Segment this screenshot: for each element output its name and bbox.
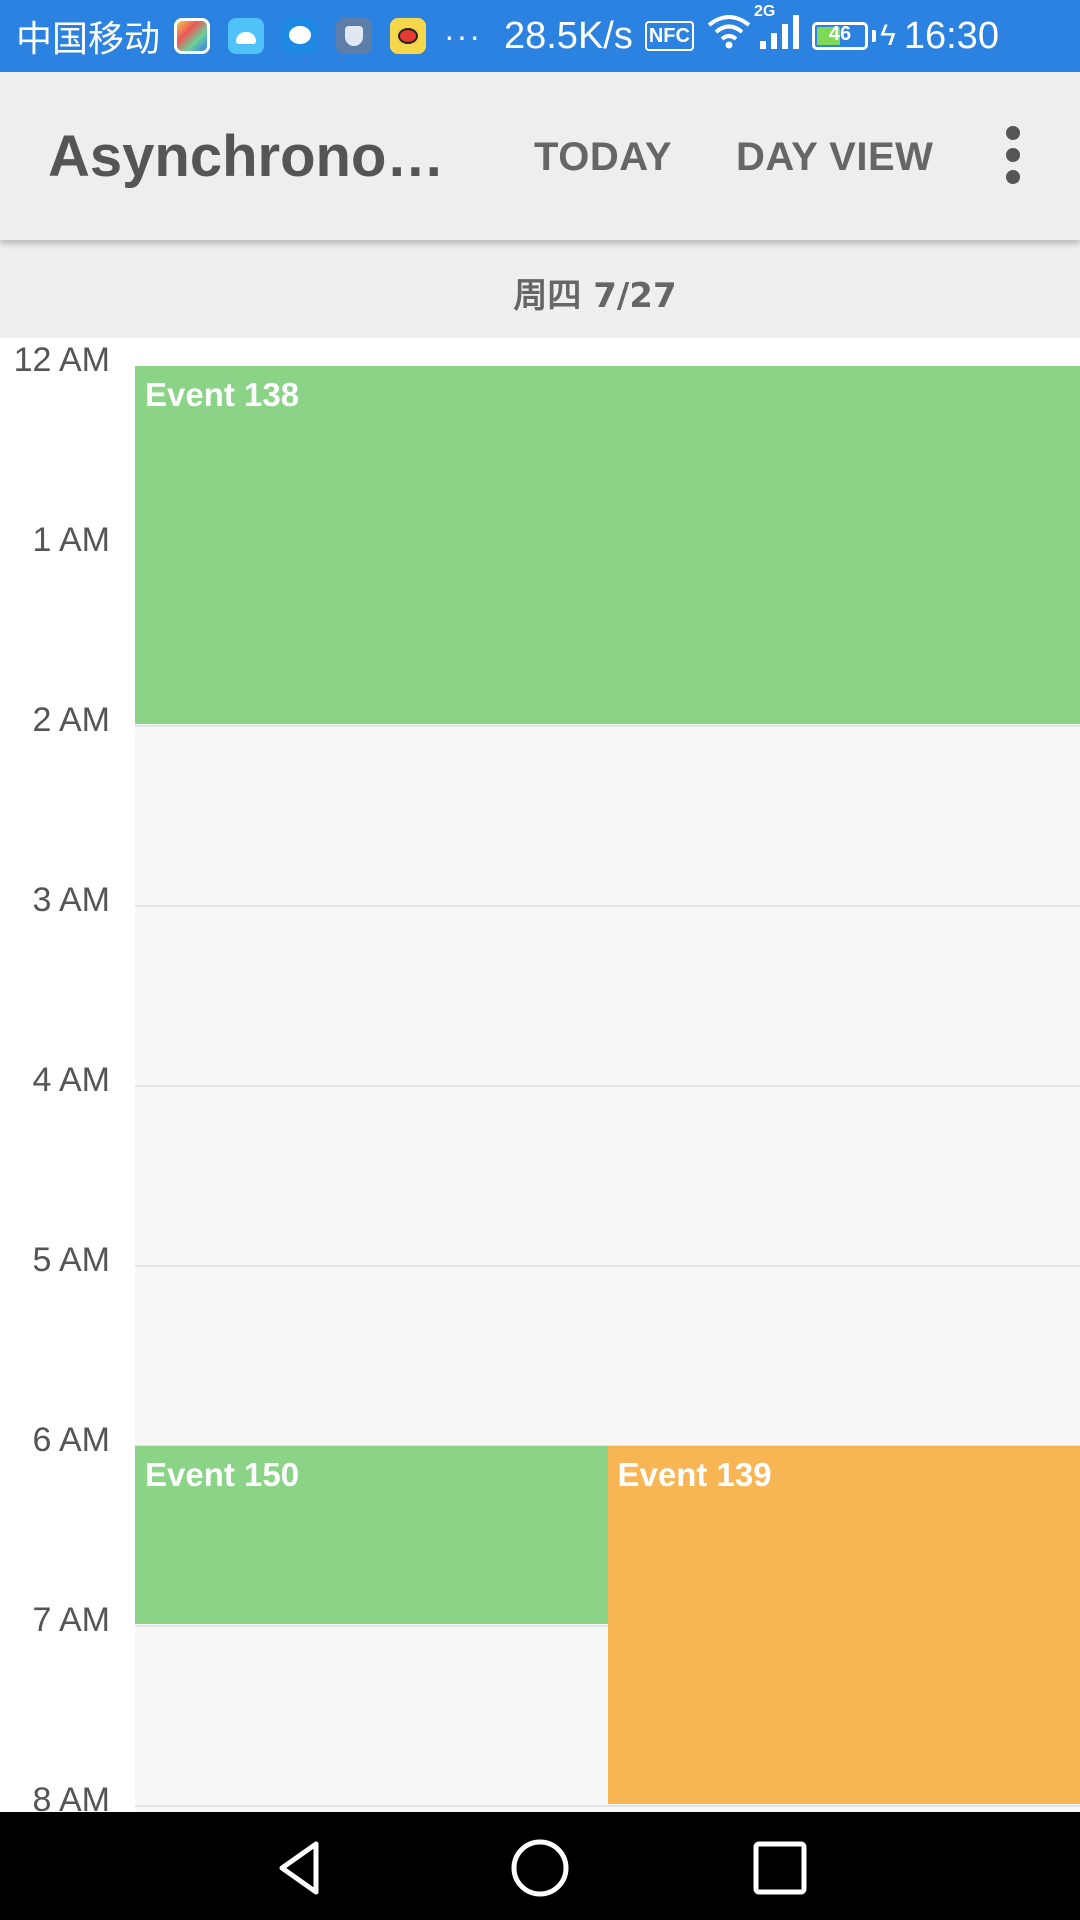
event-block[interactable]: Event 150 [135,1446,608,1624]
shield-notification-icon [336,18,373,54]
hour-gridline [135,725,1080,727]
message-notification-icon [282,18,319,54]
wifi-icon [706,13,752,59]
screen: 中国移动 ··· 28.5K/s NFC 2G 46 ϟ 16:30 Async… [0,0,1080,1920]
recent-apps-icon[interactable] [748,1836,812,1900]
navigation-bar [0,1812,1080,1920]
weibo-notification-icon [390,18,427,54]
event-block[interactable]: Event 139 [607,1446,1080,1804]
battery-cap [871,30,876,42]
event-title: Event 150 [145,1456,300,1493]
day-view-button[interactable]: DAY VIEW [736,132,933,182]
event-title: Event 139 [617,1456,772,1493]
day-date-label[interactable]: 周四 7/27 [110,268,1080,317]
hour-gridline [135,1805,1080,1807]
hour-label: 3 AM [32,881,110,919]
hour-label: 5 AM [32,1241,110,1279]
hour-label: 8 AM [32,1781,110,1812]
app-bar: Asynchronous… TODAY DAY VIEW [0,72,1080,240]
hour-gridline [135,905,1080,907]
hour-label: 4 AM [32,1061,110,1099]
date-header: 周四 7/27 [0,240,1080,338]
charging-icon: ϟ [879,19,896,52]
hour-label: 2 AM [32,701,110,739]
battery-icon: 46 [811,22,868,50]
event-title: Event 138 [145,376,300,413]
android-notification-icon [228,18,265,54]
overflow-menu-icon[interactable] [996,124,1032,188]
status-bar: 中国移动 ··· 28.5K/s NFC 2G 46 ϟ 16:30 [0,0,1080,72]
event-block[interactable]: Event 138 [135,366,1080,724]
today-button[interactable]: TODAY [534,132,672,182]
day-calendar-grid[interactable]: 12 AM 1 AM 2 AM 3 AM 4 AM 5 AM 6 AM 7 AM 8 AM Eve… [0,338,1080,1812]
carrier-name: 中国移动 [16,19,161,60]
home-icon[interactable] [508,1836,572,1900]
hour-label: 12 AM [13,341,110,379]
network-speed: 28.5K/s [503,14,633,57]
hour-label: 1 AM [32,521,110,559]
app-title: Asynchronous… [48,124,478,189]
clock: 16:30 [903,14,999,57]
app-store-notification-icon [174,18,211,54]
more-notifications-icon: ··· [444,17,482,54]
back-icon[interactable] [268,1836,332,1900]
hour-gridline [135,1265,1080,1267]
nfc-icon: NFC [644,21,694,51]
network-type-label: 2G [753,3,776,20]
hour-gridline [135,1085,1080,1087]
cell-signal-icon: 2G [754,3,802,61]
hour-label: 7 AM [32,1601,110,1639]
hour-label: 6 AM [32,1421,110,1459]
battery-level: 46 [828,23,852,45]
